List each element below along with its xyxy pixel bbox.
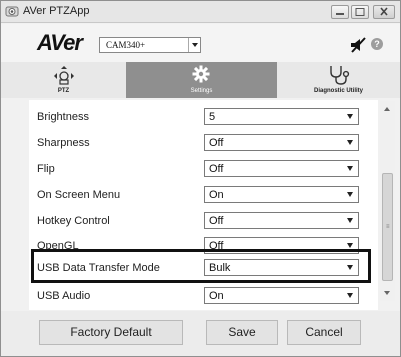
setting-label: USB Audio bbox=[37, 290, 91, 302]
select-value: Off bbox=[209, 240, 224, 252]
setting-label: OpenGL bbox=[37, 240, 79, 252]
brightness-select[interactable]: 5 bbox=[204, 108, 359, 125]
select-value: 5 bbox=[209, 111, 216, 123]
scroll-up-icon[interactable] bbox=[384, 107, 390, 111]
chevron-down-icon bbox=[343, 261, 357, 274]
setting-row-usb-audio: USB Audio On bbox=[29, 284, 378, 309]
camera-model-value: CAM340+ bbox=[106, 40, 146, 50]
chevron-down-icon bbox=[343, 214, 357, 227]
tab-settings-label: Settings bbox=[190, 88, 213, 94]
minimize-icon bbox=[336, 13, 344, 15]
select-value: Off bbox=[209, 137, 224, 149]
setting-label: USB Data Transfer Mode bbox=[37, 262, 160, 274]
close-icon bbox=[380, 7, 388, 16]
tab-diagnostic-utility-label: Diagnostic Utility bbox=[313, 88, 363, 94]
settings-list: Brightness 5 Sharpness Off Flip Off On S… bbox=[29, 100, 378, 310]
setting-row-sharpness: Sharpness Off bbox=[29, 131, 378, 156]
footer-bar: Factory Default Save Cancel bbox=[1, 311, 400, 356]
on-screen-menu-select[interactable]: On bbox=[204, 186, 359, 203]
close-button[interactable] bbox=[373, 5, 395, 19]
window-title: AVer PTZApp bbox=[23, 5, 90, 17]
setting-label: Brightness bbox=[37, 111, 89, 123]
flip-select[interactable]: Off bbox=[204, 160, 359, 177]
scroll-down-icon[interactable] bbox=[384, 291, 390, 295]
cancel-button[interactable]: Cancel bbox=[287, 320, 361, 345]
select-value: Off bbox=[209, 163, 224, 175]
tab-settings[interactable]: Settings bbox=[126, 62, 277, 98]
ptz-icon bbox=[54, 66, 74, 85]
camera-app-icon bbox=[5, 6, 19, 17]
setting-row-on-screen-menu: On Screen Menu On bbox=[29, 183, 378, 208]
setting-row-hotkey-control: Hotkey Control Off bbox=[29, 209, 378, 234]
app-header: AVer CAM340+ ? bbox=[1, 24, 400, 62]
grip-icon: ≡ bbox=[386, 224, 390, 230]
app-window: AVer PTZApp AVer CAM340+ ? PTZ Settings … bbox=[0, 0, 401, 357]
usb-data-transfer-mode-select[interactable]: Bulk bbox=[204, 259, 359, 276]
minimize-button[interactable] bbox=[331, 5, 349, 19]
maximize-button[interactable] bbox=[351, 5, 369, 19]
usb-audio-select[interactable]: On bbox=[204, 287, 359, 304]
help-icon[interactable]: ? bbox=[371, 38, 383, 50]
camera-model-select[interactable]: CAM340+ bbox=[99, 37, 201, 53]
main-nav: PTZ Settings Diagnostic Utility bbox=[1, 62, 400, 98]
tab-diagnostic-utility[interactable]: Diagnostic Utility bbox=[277, 62, 400, 98]
hotkey-control-select[interactable]: Off bbox=[204, 212, 359, 229]
select-value: On bbox=[209, 290, 224, 302]
select-value: On bbox=[209, 189, 224, 201]
select-value: Off bbox=[209, 215, 224, 227]
select-value: Bulk bbox=[209, 262, 231, 274]
chevron-down-icon bbox=[343, 162, 357, 175]
setting-label: Sharpness bbox=[37, 137, 90, 149]
setting-label: Flip bbox=[37, 163, 55, 175]
mute-icon[interactable] bbox=[349, 36, 367, 54]
setting-label: On Screen Menu bbox=[37, 189, 121, 201]
chevron-down-icon bbox=[343, 239, 357, 252]
chevron-down-icon bbox=[188, 38, 200, 52]
tab-ptz-label: PTZ bbox=[57, 88, 70, 94]
setting-row-brightness: Brightness 5 bbox=[29, 105, 378, 130]
chevron-down-icon bbox=[343, 110, 357, 123]
setting-row-flip: Flip Off bbox=[29, 157, 378, 182]
tab-ptz[interactable]: PTZ bbox=[1, 62, 126, 98]
title-bar: AVer PTZApp bbox=[1, 1, 400, 23]
gear-icon bbox=[192, 65, 210, 83]
chevron-down-icon bbox=[343, 188, 357, 201]
vertical-scrollbar[interactable]: ≡ bbox=[380, 101, 395, 301]
factory-default-button[interactable]: Factory Default bbox=[39, 320, 183, 345]
aver-logo: AVer bbox=[37, 30, 83, 55]
opengl-select[interactable]: Off bbox=[204, 237, 359, 254]
scroll-thumb[interactable]: ≡ bbox=[382, 173, 393, 281]
setting-label: Hotkey Control bbox=[37, 215, 110, 227]
sharpness-select[interactable]: Off bbox=[204, 134, 359, 151]
setting-row-usb-data-transfer-mode: USB Data Transfer Mode Bulk bbox=[29, 256, 378, 281]
save-button[interactable]: Save bbox=[206, 320, 278, 345]
chevron-down-icon bbox=[343, 289, 357, 302]
chevron-down-icon bbox=[343, 136, 357, 149]
stethoscope-icon bbox=[330, 66, 350, 85]
maximize-icon bbox=[355, 8, 365, 16]
